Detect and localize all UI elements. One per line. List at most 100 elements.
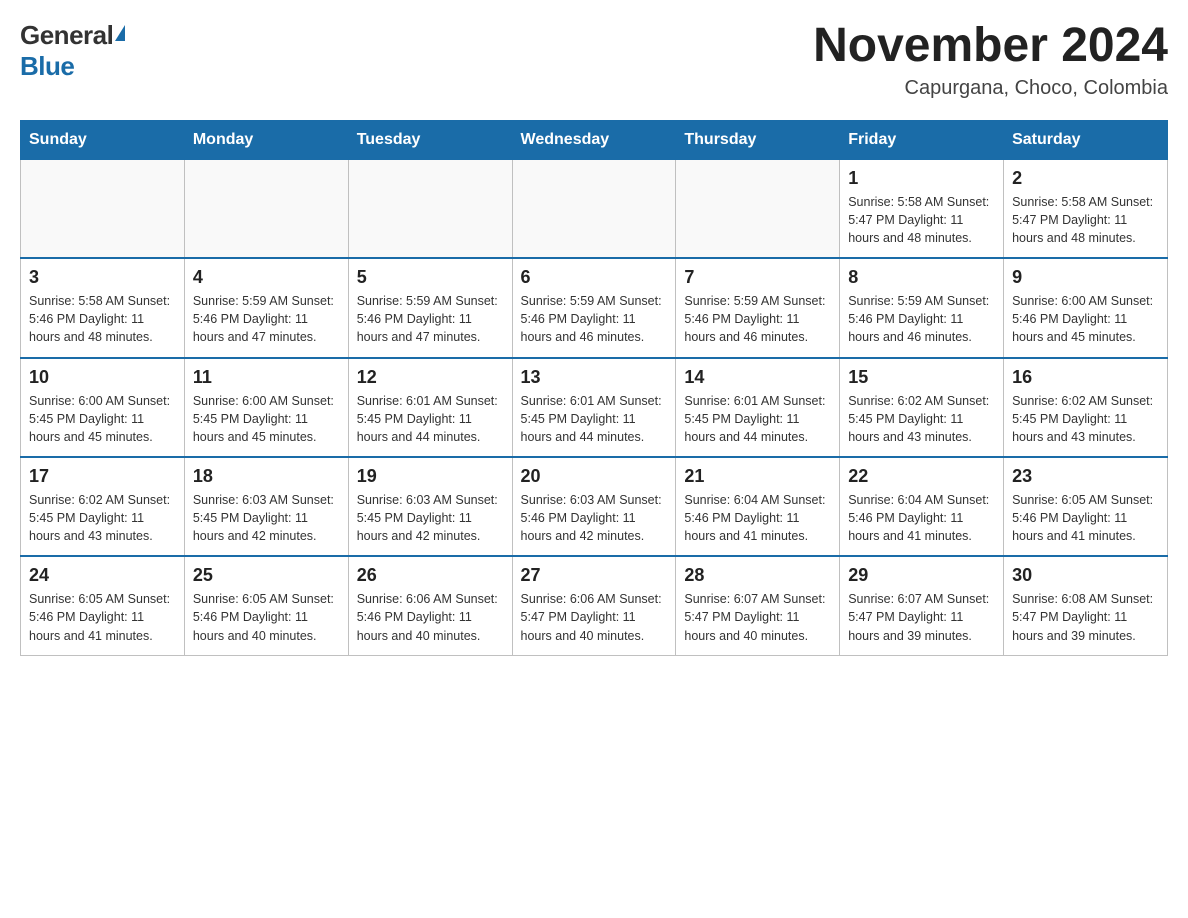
weekday-header-tuesday: Tuesday [348,120,512,159]
day-number: 25 [193,565,340,586]
day-number: 30 [1012,565,1159,586]
logo: General Blue [20,20,125,82]
calendar-cell: 7 Sunrise: 5:59 AM Sunset: 5:46 PM Daylig… [676,258,840,357]
calendar-cell: 28Sunrise: 6:07 AM Sunset: 5:47 PM Dayli… [676,556,840,655]
day-number: 29 [848,565,995,586]
calendar-cell: 13Sunrise: 6:01 AM Sunset: 5:45 PM Dayli… [512,358,676,457]
calendar-cell [184,159,348,258]
day-info: Sunrise: 5:58 AM Sunset: 5:47 PM Dayligh… [848,193,995,247]
calendar-cell: 22 Sunrise: 6:04 AM Sunset: 5:46 PM Dayli… [840,457,1004,556]
calendar-cell: 9 Sunrise: 6:00 AM Sunset: 5:46 PM Daylig… [1004,258,1168,357]
calendar-cell [21,159,185,258]
day-number: 5 [357,267,504,288]
day-number: 4 [193,267,340,288]
calendar-cell: 6 Sunrise: 5:59 AM Sunset: 5:46 PM Daylig… [512,258,676,357]
calendar-cell: 16 Sunrise: 6:02 AM Sunset: 5:45 PM Dayli… [1004,358,1168,457]
day-info: Sunrise: 5:59 AM Sunset: 5:46 PM Dayligh… [357,292,504,346]
calendar-week-row: 10 Sunrise: 6:00 AM Sunset: 5:45 PM Dayli… [21,358,1168,457]
calendar-cell: 26 Sunrise: 6:06 AM Sunset: 5:46 PM Dayli… [348,556,512,655]
logo-general-text: General [20,20,113,51]
calendar-cell: 14 Sunrise: 6:01 AM Sunset: 5:45 PM Dayli… [676,358,840,457]
calendar-cell: 19Sunrise: 6:03 AM Sunset: 5:45 PM Dayli… [348,457,512,556]
calendar-cell: 18 Sunrise: 6:03 AM Sunset: 5:45 PM Dayli… [184,457,348,556]
weekday-header-saturday: Saturday [1004,120,1168,159]
day-number: 17 [29,466,176,487]
day-number: 6 [521,267,668,288]
day-info: Sunrise: 6:00 AM Sunset: 5:45 PM Dayligh… [29,392,176,446]
calendar-cell: 12Sunrise: 6:01 AM Sunset: 5:45 PM Dayli… [348,358,512,457]
day-number: 13 [521,367,668,388]
day-info: Sunrise: 5:59 AM Sunset: 5:46 PM Dayligh… [193,292,340,346]
day-info: Sunrise: 6:02 AM Sunset: 5:45 PM Dayligh… [1012,392,1159,446]
location-title: Capurgana, Choco, Colombia [813,77,1168,100]
day-number: 27 [521,565,668,586]
calendar-cell: 20 Sunrise: 6:03 AM Sunset: 5:46 PM Dayli… [512,457,676,556]
day-number: 23 [1012,466,1159,487]
day-info: Sunrise: 6:02 AM Sunset: 5:45 PM Dayligh… [848,392,995,446]
month-title: November 2024 [813,20,1168,73]
calendar-cell: 25 Sunrise: 6:05 AM Sunset: 5:46 PM Dayli… [184,556,348,655]
weekday-header-friday: Friday [840,120,1004,159]
day-number: 21 [684,466,831,487]
day-info: Sunrise: 5:58 AM Sunset: 5:47 PM Dayligh… [1012,193,1159,247]
day-info: Sunrise: 6:06 AM Sunset: 5:46 PM Dayligh… [357,590,504,644]
calendar-cell: 17 Sunrise: 6:02 AM Sunset: 5:45 PM Dayli… [21,457,185,556]
calendar-cell [348,159,512,258]
day-info: Sunrise: 6:05 AM Sunset: 5:46 PM Dayligh… [29,590,176,644]
day-info: Sunrise: 5:58 AM Sunset: 5:46 PM Dayligh… [29,292,176,346]
day-number: 20 [521,466,668,487]
day-number: 16 [1012,367,1159,388]
day-info: Sunrise: 6:01 AM Sunset: 5:45 PM Dayligh… [357,392,504,446]
calendar-cell: 4 Sunrise: 5:59 AM Sunset: 5:46 PM Daylig… [184,258,348,357]
day-info: Sunrise: 6:05 AM Sunset: 5:46 PM Dayligh… [193,590,340,644]
calendar-cell [512,159,676,258]
day-info: Sunrise: 6:07 AM Sunset: 5:47 PM Dayligh… [684,590,831,644]
day-number: 26 [357,565,504,586]
day-info: Sunrise: 5:59 AM Sunset: 5:46 PM Dayligh… [684,292,831,346]
logo-blue-text: Blue [20,51,74,81]
day-number: 24 [29,565,176,586]
day-info: Sunrise: 6:03 AM Sunset: 5:45 PM Dayligh… [193,491,340,545]
day-number: 11 [193,367,340,388]
weekday-header-monday: Monday [184,120,348,159]
weekday-header-thursday: Thursday [676,120,840,159]
day-number: 18 [193,466,340,487]
day-info: Sunrise: 6:06 AM Sunset: 5:47 PM Dayligh… [521,590,668,644]
calendar-cell: 2 Sunrise: 5:58 AM Sunset: 5:47 PM Daylig… [1004,159,1168,258]
day-number: 22 [848,466,995,487]
calendar-week-row: 1 Sunrise: 5:58 AM Sunset: 5:47 PM Daylig… [21,159,1168,258]
calendar-week-row: 24 Sunrise: 6:05 AM Sunset: 5:46 PM Dayli… [21,556,1168,655]
day-info: Sunrise: 6:03 AM Sunset: 5:46 PM Dayligh… [521,491,668,545]
calendar-week-row: 3Sunrise: 5:58 AM Sunset: 5:46 PM Daylig… [21,258,1168,357]
weekday-header-wednesday: Wednesday [512,120,676,159]
calendar-cell: 1 Sunrise: 5:58 AM Sunset: 5:47 PM Daylig… [840,159,1004,258]
day-number: 14 [684,367,831,388]
day-info: Sunrise: 6:03 AM Sunset: 5:45 PM Dayligh… [357,491,504,545]
calendar-cell: 27 Sunrise: 6:06 AM Sunset: 5:47 PM Dayli… [512,556,676,655]
day-number: 1 [848,168,995,189]
calendar-cell: 11 Sunrise: 6:00 AM Sunset: 5:45 PM Dayli… [184,358,348,457]
day-info: Sunrise: 6:05 AM Sunset: 5:46 PM Dayligh… [1012,491,1159,545]
day-number: 10 [29,367,176,388]
day-info: Sunrise: 6:04 AM Sunset: 5:46 PM Dayligh… [684,491,831,545]
day-info: Sunrise: 6:04 AM Sunset: 5:46 PM Dayligh… [848,491,995,545]
day-number: 15 [848,367,995,388]
weekday-header-row: SundayMondayTuesdayWednesdayThursdayFrid… [21,120,1168,159]
calendar-cell [676,159,840,258]
day-info: Sunrise: 6:02 AM Sunset: 5:45 PM Dayligh… [29,491,176,545]
day-info: Sunrise: 6:07 AM Sunset: 5:47 PM Dayligh… [848,590,995,644]
day-info: Sunrise: 6:01 AM Sunset: 5:45 PM Dayligh… [684,392,831,446]
calendar-cell: 24 Sunrise: 6:05 AM Sunset: 5:46 PM Dayli… [21,556,185,655]
calendar-cell: 29 Sunrise: 6:07 AM Sunset: 5:47 PM Dayli… [840,556,1004,655]
day-number: 9 [1012,267,1159,288]
logo-triangle-icon [115,25,125,41]
day-number: 7 [684,267,831,288]
calendar-cell: 3Sunrise: 5:58 AM Sunset: 5:46 PM Daylig… [21,258,185,357]
day-info: Sunrise: 5:59 AM Sunset: 5:46 PM Dayligh… [521,292,668,346]
weekday-header-sunday: Sunday [21,120,185,159]
calendar-cell: 10 Sunrise: 6:00 AM Sunset: 5:45 PM Dayli… [21,358,185,457]
calendar-cell: 30Sunrise: 6:08 AM Sunset: 5:47 PM Dayli… [1004,556,1168,655]
day-info: Sunrise: 6:00 AM Sunset: 5:45 PM Dayligh… [193,392,340,446]
day-info: Sunrise: 6:00 AM Sunset: 5:46 PM Dayligh… [1012,292,1159,346]
day-number: 2 [1012,168,1159,189]
